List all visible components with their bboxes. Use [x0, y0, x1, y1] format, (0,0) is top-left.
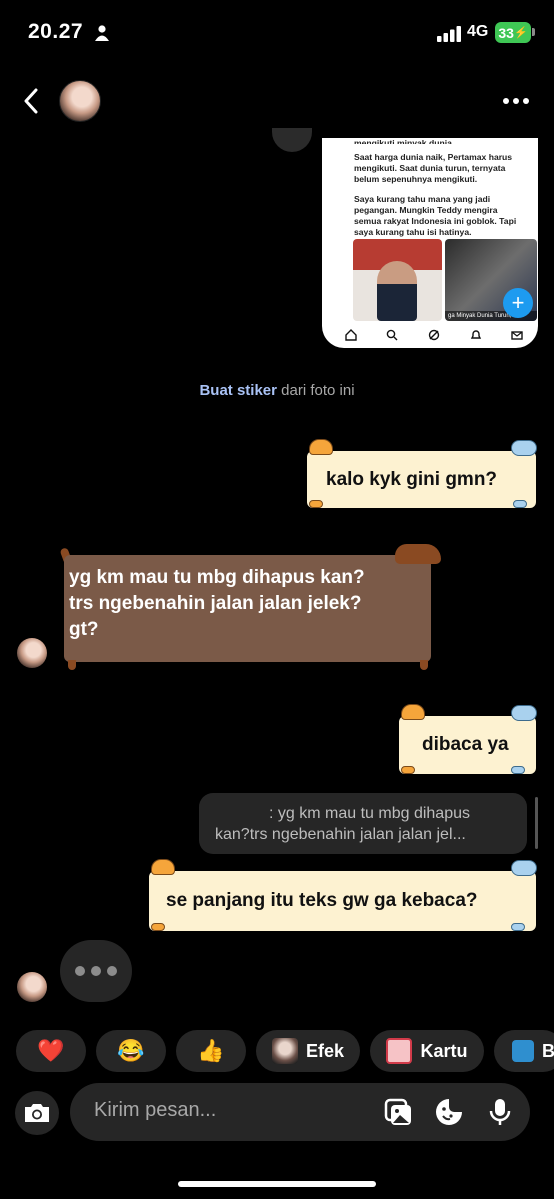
chevron-left-icon [24, 88, 38, 114]
dachshund-head-icon [395, 544, 441, 564]
paw-icon [513, 500, 527, 508]
reply-text: kan?trs ngebenahin jalan jalan jel... [215, 826, 466, 843]
home-icon [345, 329, 357, 341]
network-type: 4G [467, 23, 489, 40]
dog-sticker-icon [511, 705, 537, 721]
dot-icon [107, 966, 117, 976]
cat-sticker-icon [309, 439, 333, 455]
sent-message[interactable]: dibaca ya [399, 704, 537, 774]
contact-avatar[interactable] [59, 80, 101, 122]
post-text: mengikuti minyak dunia. Saat harga dunia… [322, 138, 538, 238]
message-placeholder: Kirim pesan... [94, 1099, 217, 1121]
bell-icon [470, 330, 481, 339]
mail-icon [511, 331, 523, 340]
battery-icon: 33 ⚡ [495, 22, 531, 43]
compose-plus-icon: + [503, 288, 533, 318]
post-paragraph-2: Saya kurang tahu mana yang jadi pegangan… [354, 194, 517, 237]
person-icon [95, 25, 109, 41]
search-icon [387, 329, 398, 341]
battery-level: 33 [498, 24, 514, 41]
post-partial-line: mengikuti minyak dunia. [354, 138, 455, 144]
laugh-icon: 😂 [117, 1038, 145, 1063]
post-paragraph-1: Saat harga dunia naik, Pertamax harus me… [354, 152, 513, 184]
grok-icon [428, 329, 440, 341]
more-chip-button[interactable]: B [494, 1030, 554, 1072]
dot-icon [513, 98, 519, 104]
dot-icon [75, 966, 85, 976]
message-text: trs ngebenahin jalan jalan jelek? [69, 593, 362, 614]
cat-sticker-icon [401, 704, 425, 720]
more-chip-label: B [542, 1040, 554, 1061]
paw-icon [511, 766, 525, 774]
quick-reactions: ❤️ 😂 👍 Efek Kartu B [0, 1030, 554, 1074]
status-time: 20.27 [28, 20, 84, 43]
sticker-hint: Buat stiker dari foto ini [0, 382, 554, 399]
dog-sticker-icon [511, 860, 537, 876]
heart-reaction-button[interactable]: ❤️ [16, 1030, 86, 1072]
message-text: se panjang itu teks gw ga kebaca? [166, 890, 478, 911]
camera-button[interactable] [15, 1091, 59, 1135]
reply-quote[interactable]: : yg km mau tu mbg dihapus kan?trs ngebe… [199, 793, 527, 854]
battery-tip [532, 28, 535, 36]
reply-bar [535, 797, 538, 849]
reply-text: : yg km mau tu mbg dihapus [269, 805, 470, 822]
create-sticker-link[interactable]: Buat stiker [199, 382, 277, 399]
message-text: yg km mau tu mbg dihapus kan? [69, 567, 365, 588]
message-text: kalo kyk gini gmn? [326, 468, 498, 490]
received-message[interactable]: yg km mau tu mbg dihapus kan? trs ngeben… [64, 555, 431, 662]
paw-icon [151, 923, 165, 931]
paw-icon [309, 500, 323, 508]
cards-label: Kartu [420, 1040, 468, 1061]
effects-label: Efek [305, 1040, 345, 1061]
back-button[interactable] [18, 86, 44, 116]
sticker-hint-text: dari foto ini [276, 382, 355, 399]
dot-icon [91, 966, 101, 976]
thumbs-up-reaction-button[interactable]: 👍 [176, 1030, 246, 1072]
heart-icon: ❤️ [37, 1038, 65, 1063]
shared-image[interactable]: mengikuti minyak dunia. Saat harga dunia… [322, 138, 538, 348]
dot-icon [523, 98, 529, 104]
media-photo-left [353, 239, 442, 321]
typing-indicator [60, 940, 132, 1002]
dachshund-leg-icon [68, 660, 76, 670]
camera-icon [25, 1104, 49, 1122]
person-figure [377, 261, 417, 321]
sent-message[interactable]: se panjang itu teks gw ga kebaca? [149, 859, 537, 931]
sender-avatar[interactable] [17, 638, 47, 668]
sender-avatar[interactable] [17, 972, 47, 1002]
effects-button[interactable]: Efek [256, 1030, 360, 1072]
effect-thumbnail-icon [271, 1038, 298, 1064]
thumbs-up-icon: 👍 [197, 1038, 225, 1063]
dachshund-leg-icon [420, 660, 428, 670]
message-text: dibaca ya [422, 734, 509, 755]
paw-icon [401, 766, 415, 774]
gallery-icon[interactable] [383, 1097, 413, 1127]
cards-button[interactable]: Kartu [370, 1030, 484, 1072]
microphone-icon[interactable] [485, 1097, 515, 1127]
status-bar: 20.27 4G 33 ⚡ [0, 0, 554, 66]
laugh-reaction-button[interactable]: 😂 [96, 1030, 166, 1072]
home-indicator [178, 1181, 376, 1187]
paw-icon [511, 923, 525, 931]
message-text: gt? [69, 619, 99, 640]
sticker-icon[interactable] [434, 1097, 464, 1127]
sent-message[interactable]: kalo kyk gini gmn? [307, 439, 537, 508]
more-options-button[interactable] [500, 92, 532, 110]
gift-card-icon [386, 1038, 413, 1064]
play-icon [512, 1040, 534, 1062]
post-nav-bar [322, 322, 538, 348]
dot-icon [503, 98, 509, 104]
signal-icon [437, 26, 461, 42]
cat-sticker-icon [151, 859, 175, 875]
dog-sticker-icon [511, 440, 537, 456]
reaction-circle[interactable] [272, 128, 312, 152]
